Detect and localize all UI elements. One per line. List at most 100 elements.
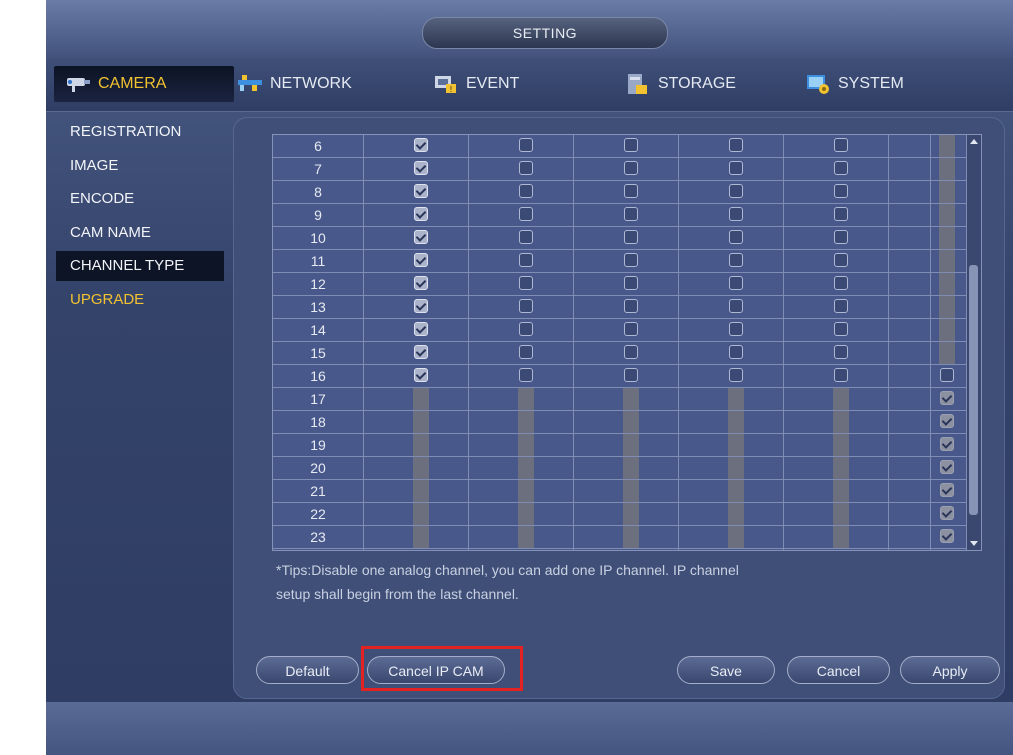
channel-checkbox[interactable] [729,230,743,244]
channel-checkbox[interactable] [519,230,533,244]
channel-number: 9 [314,207,322,223]
camera-icon [64,72,92,96]
disabled-cell [728,457,744,479]
channel-checkbox[interactable] [624,322,638,336]
channel-checkbox[interactable] [624,161,638,175]
menu-item-image[interactable]: IMAGE [56,151,224,181]
apply-button[interactable]: Apply [900,656,1000,684]
channel-checkbox[interactable] [834,207,848,221]
channel-checkbox[interactable] [519,368,533,382]
channel-checkbox[interactable] [729,276,743,290]
channel-checkbox[interactable] [834,345,848,359]
channel-checkbox[interactable] [834,138,848,152]
ip-checkbox[interactable] [940,460,954,474]
save-button[interactable]: Save [677,656,775,684]
channel-checkbox[interactable] [624,299,638,313]
channel-checkbox[interactable] [519,345,533,359]
channel-checkbox[interactable] [729,184,743,198]
title-bar: SETTING [46,0,1013,58]
channel-checkbox[interactable] [729,207,743,221]
menu-item-encode[interactable]: ENCODE [56,184,224,214]
channel-checkbox[interactable] [834,253,848,267]
tab-storage[interactable]: STORAGE [624,66,736,102]
channel-checkbox[interactable] [519,184,533,198]
channel-checkbox[interactable] [834,276,848,290]
disabled-cell [728,503,744,525]
disabled-cell [623,503,639,525]
channel-checkbox[interactable] [624,276,638,290]
channel-checkbox[interactable] [729,253,743,267]
ip-checkbox[interactable] [940,529,954,543]
disabled-cell [833,480,849,502]
menu-item-upgrade[interactable]: UPGRADE [56,285,224,315]
channel-checkbox-checked[interactable] [414,345,428,359]
channel-checkbox-checked[interactable] [414,230,428,244]
menu-item-registration[interactable]: REGISTRATION [56,117,224,147]
channel-checkbox[interactable] [624,230,638,244]
ip-checkbox[interactable] [940,391,954,405]
channel-checkbox[interactable] [624,207,638,221]
channel-checkbox-checked[interactable] [414,207,428,221]
channel-number: 7 [314,161,322,177]
channel-checkbox-checked[interactable] [414,184,428,198]
channel-checkbox[interactable] [624,253,638,267]
ip-checkbox[interactable] [940,414,954,428]
channel-checkbox[interactable] [519,299,533,313]
scroll-up-icon[interactable] [970,139,978,144]
channel-checkbox[interactable] [624,368,638,382]
channel-checkbox[interactable] [519,276,533,290]
channel-checkbox[interactable] [834,299,848,313]
disabled-cell [518,503,534,525]
disabled-cell [518,388,534,410]
disabled-cell [833,388,849,410]
channel-checkbox-checked[interactable] [414,368,428,382]
menu-item-cam-name[interactable]: CAM NAME [56,218,224,248]
channel-checkbox-checked[interactable] [414,299,428,313]
channel-checkbox[interactable] [834,161,848,175]
ip-checkbox[interactable] [940,368,954,382]
tab-camera[interactable]: CAMERA [54,66,234,102]
table-scrollbar[interactable] [966,135,981,550]
tab-event[interactable]: ! EVENT [432,66,519,102]
channel-checkbox[interactable] [834,322,848,336]
table-row: 10 [273,227,981,250]
tab-system[interactable]: SYSTEM [804,66,904,102]
table-row: 19 [273,434,981,457]
disabled-cell [518,411,534,433]
channel-checkbox-checked[interactable] [414,138,428,152]
channel-checkbox[interactable] [729,138,743,152]
channel-checkbox-checked[interactable] [414,161,428,175]
channel-checkbox[interactable] [729,299,743,313]
scroll-down-icon[interactable] [970,541,978,546]
channel-checkbox[interactable] [519,207,533,221]
channel-checkbox-checked[interactable] [414,322,428,336]
channel-checkbox[interactable] [519,138,533,152]
channel-checkbox[interactable] [834,368,848,382]
ip-checkbox[interactable] [940,506,954,520]
channel-checkbox-checked[interactable] [414,253,428,267]
channel-checkbox[interactable] [729,368,743,382]
ip-checkbox[interactable] [940,483,954,497]
channel-number: 12 [310,276,326,292]
channel-checkbox[interactable] [834,184,848,198]
disabled-cell [833,411,849,433]
scrollbar-thumb[interactable] [969,265,978,515]
channel-checkbox-checked[interactable] [414,276,428,290]
channel-checkbox[interactable] [729,345,743,359]
channel-checkbox[interactable] [729,161,743,175]
ip-checkbox[interactable] [940,437,954,451]
channel-checkbox[interactable] [519,322,533,336]
menu-item-channel-type[interactable]: CHANNEL TYPE [56,251,224,281]
default-button[interactable]: Default [256,656,359,684]
channel-checkbox[interactable] [624,345,638,359]
channel-checkbox[interactable] [624,138,638,152]
channel-checkbox[interactable] [729,322,743,336]
channel-checkbox[interactable] [834,230,848,244]
channel-checkbox[interactable] [519,161,533,175]
table-row: 12 [273,273,981,296]
tab-network[interactable]: NETWORK [236,66,352,102]
channel-checkbox[interactable] [624,184,638,198]
cancel-button[interactable]: Cancel [787,656,890,684]
channel-checkbox[interactable] [519,253,533,267]
channel-number: 10 [310,230,326,246]
